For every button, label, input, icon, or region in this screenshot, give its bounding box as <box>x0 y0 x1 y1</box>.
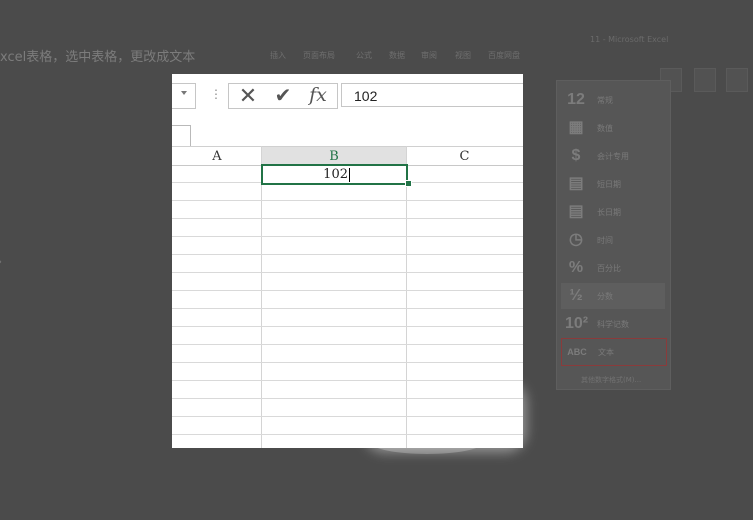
gridline-row <box>172 362 523 363</box>
format-percent[interactable]: % 百分比 <box>561 255 665 281</box>
excel-zoom-window: ⋮ ✕ ✔ fx 102 A B C 102 <box>172 74 523 448</box>
insert-function-button[interactable]: fx <box>301 84 335 108</box>
table-style-button[interactable] <box>694 68 716 92</box>
column-header-b[interactable]: B <box>262 147 406 166</box>
gridline-column <box>406 146 407 448</box>
text-format-icon: ABC <box>567 347 587 357</box>
gridline-row <box>172 416 523 417</box>
active-cell-b1[interactable]: 102 <box>261 164 408 185</box>
chevron-down-icon <box>181 91 187 95</box>
formula-buttons: ✕ ✔ fx <box>228 83 338 109</box>
format-short-date[interactable]: ▤ 短日期 <box>561 171 665 197</box>
gridline-row <box>172 434 523 435</box>
gridline-row <box>172 344 523 345</box>
ribbon-tab-page-layout[interactable]: 页面布局 <box>303 50 335 61</box>
ribbon-tab-formulas[interactable]: 公式 <box>356 50 372 61</box>
ribbon-tab-view[interactable]: 视图 <box>455 50 471 61</box>
format-accounting[interactable]: $ 会计专用 <box>561 143 665 169</box>
name-box-dropdown[interactable] <box>172 83 196 109</box>
column-header-c[interactable]: C <box>406 147 523 165</box>
fraction-icon: ½ <box>569 287 583 304</box>
gridline-row <box>172 200 523 201</box>
format-number[interactable]: ▦ 数值 <box>561 115 665 141</box>
gridline-column <box>261 146 262 448</box>
ribbon-tab-data[interactable]: 数据 <box>389 50 405 61</box>
calendar-icon: ▤ <box>568 175 584 192</box>
gridline-row <box>172 290 523 291</box>
chevron-right-icon: › <box>0 256 2 268</box>
ribbon-tab-baidu[interactable]: 百度网盘 <box>488 50 520 61</box>
gridline-row <box>172 398 523 399</box>
gridline-row <box>172 236 523 237</box>
number-format-icon: ▦ <box>568 119 584 136</box>
clock-icon: ◷ <box>569 231 583 248</box>
gridline-row <box>172 218 523 219</box>
format-time[interactable]: ◷ 时间 <box>561 227 665 253</box>
cell-style-button[interactable] <box>726 68 748 92</box>
column-headers: A B C <box>172 146 523 166</box>
gridline-row <box>172 254 523 255</box>
column-header-a[interactable]: A <box>172 147 262 165</box>
ribbon-tab-insert[interactable]: 插入 <box>270 50 286 61</box>
gridline-row <box>172 308 523 309</box>
general-format-icon: 12 <box>567 91 585 108</box>
accounting-format-icon: $ <box>571 147 581 164</box>
format-scientific[interactable]: 10² 科学记数 <box>561 311 665 337</box>
format-fraction[interactable]: ½ 分数 <box>561 283 665 309</box>
format-long-date[interactable]: ▤ 长日期 <box>561 199 665 225</box>
enter-button[interactable]: ✔ <box>266 84 300 108</box>
percent-icon: % <box>568 259 584 276</box>
number-format-dropdown: 12 常规 ▦ 数值 $ 会计专用 ▤ 短日期 ▤ 长日期 ◷ 时间 % 百分比 ½ 分数 10… <box>556 80 671 390</box>
window-title: 11 - Microsoft Excel <box>590 35 669 44</box>
cell-value: 102 <box>323 167 348 182</box>
text-caret <box>349 168 350 182</box>
formula-bar-input[interactable]: 102 <box>341 83 523 107</box>
scientific-icon: 10² <box>565 315 589 332</box>
gridline-row <box>172 380 523 381</box>
ribbon-tab-review[interactable]: 审阅 <box>421 50 437 61</box>
gridline-row <box>172 272 523 273</box>
select-all-corner[interactable] <box>172 125 191 146</box>
cancel-button[interactable]: ✕ <box>231 84 265 108</box>
calendar-icon: ▤ <box>568 203 584 220</box>
fill-handle[interactable] <box>405 180 412 187</box>
format-text[interactable]: ABC 文本 <box>561 338 667 366</box>
more-number-formats-link[interactable]: 其他数字格式(M)... <box>581 375 641 385</box>
more-options-icon: ⋮ <box>210 87 222 101</box>
gridline-row <box>172 326 523 327</box>
format-general[interactable]: 12 常规 <box>561 87 665 113</box>
tutorial-caption: xcel表格，选中表格，更改成文本 <box>0 50 196 65</box>
